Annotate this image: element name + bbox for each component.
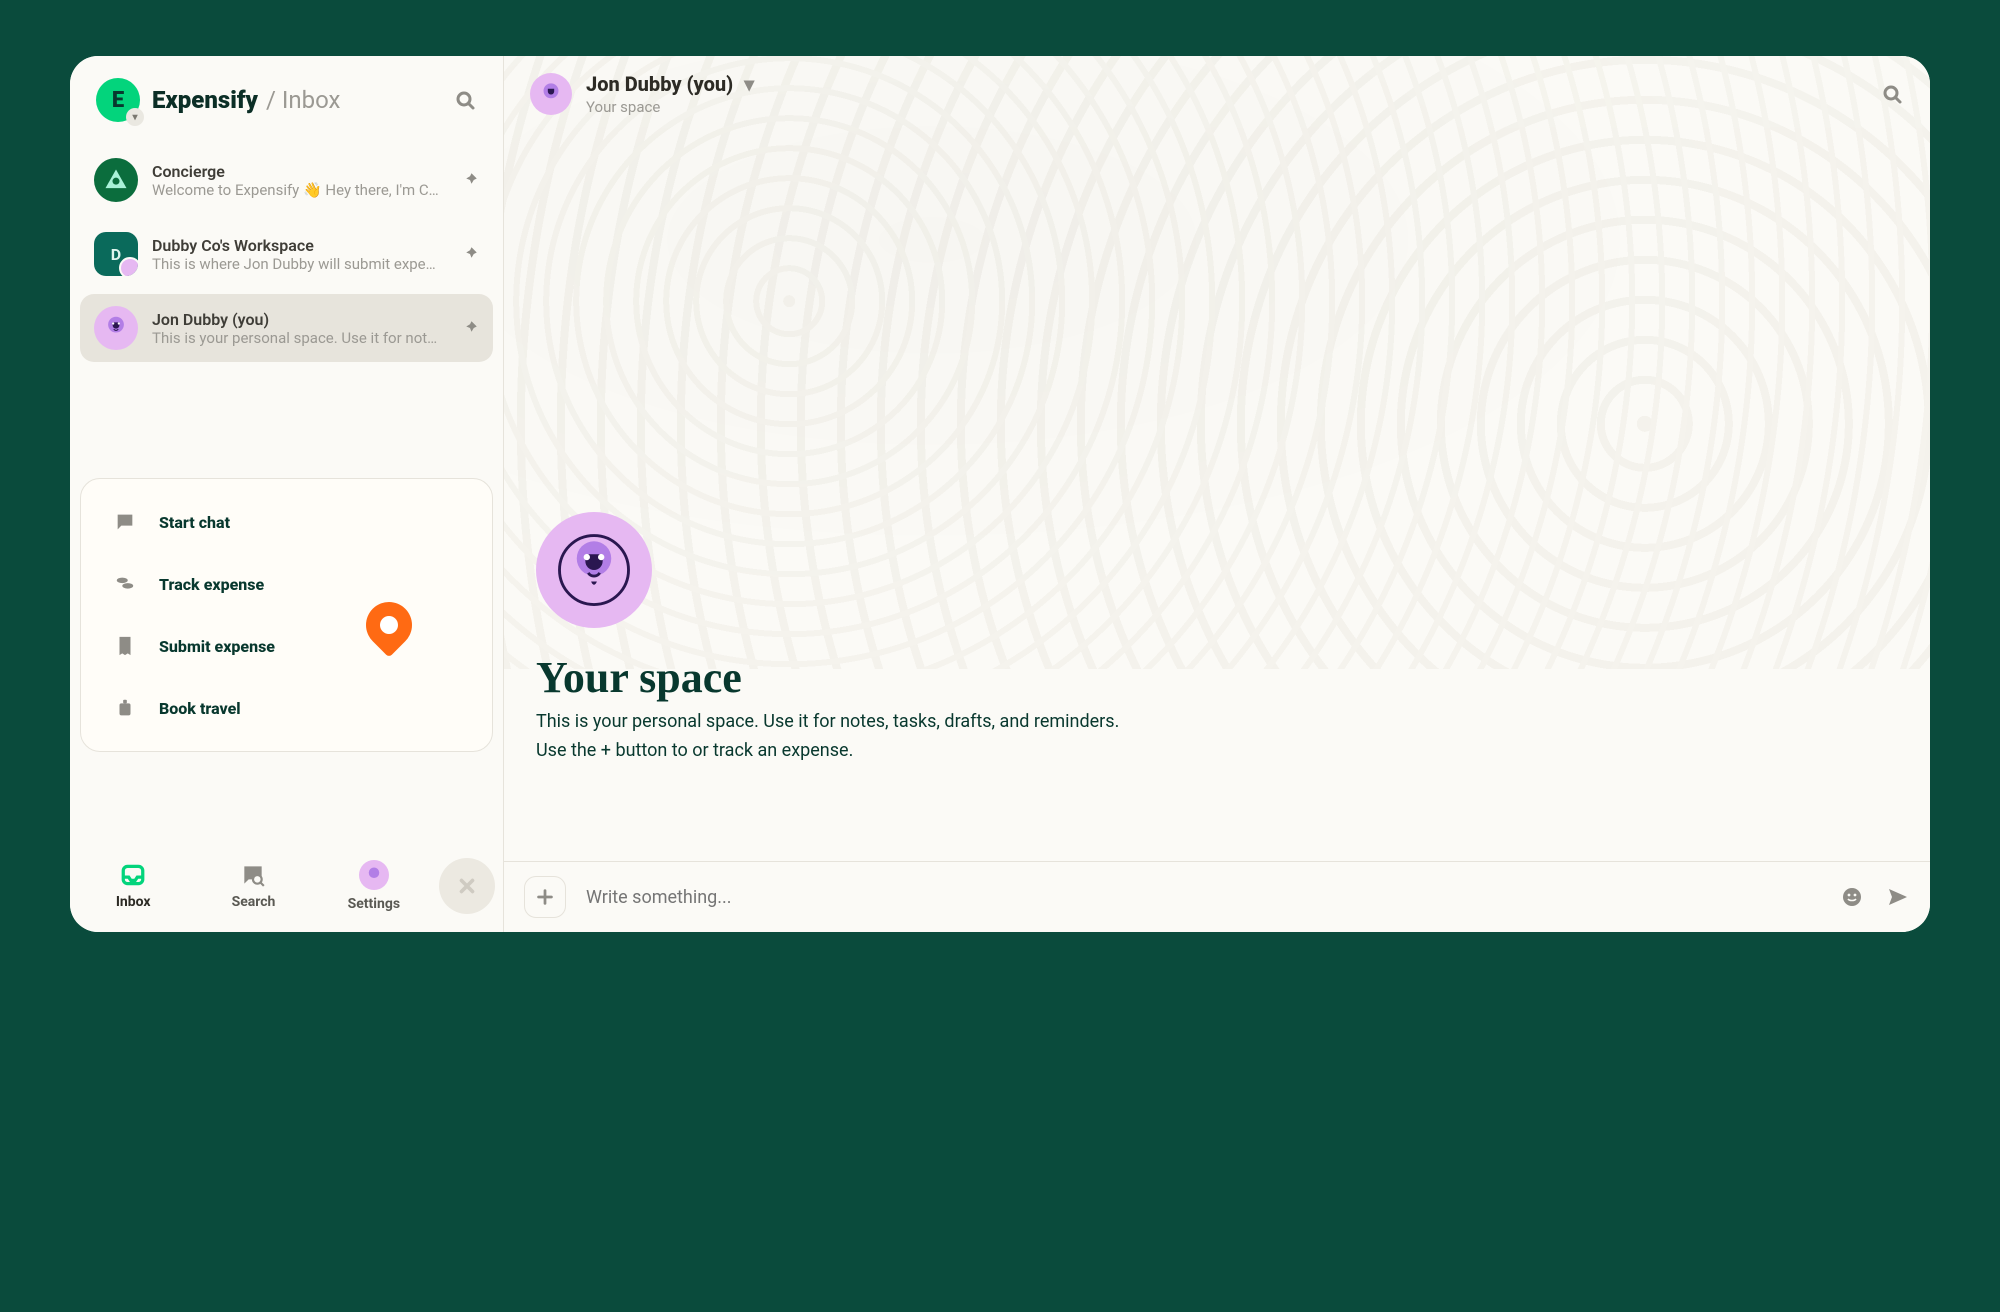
list-item-workspace[interactable]: D Dubby Co's Workspace This is where Jon…: [80, 220, 493, 288]
avatar: D: [94, 232, 138, 276]
brand: Expensify: [152, 86, 258, 114]
action-label: Book travel: [159, 699, 241, 718]
compose-bar: [504, 861, 1930, 932]
list-item-personal[interactable]: Jon Dubby (you) This is your personal sp…: [80, 294, 493, 362]
pin-icon[interactable]: [461, 171, 479, 189]
nav-settings[interactable]: Settings: [319, 860, 429, 912]
search-in-chat-icon[interactable]: [1880, 82, 1904, 106]
chat-content: Your space This is your personal space. …: [504, 132, 1930, 861]
chevron-down-icon[interactable]: ▾: [126, 108, 144, 126]
action-label: Submit expense: [159, 637, 275, 656]
action-label: Start chat: [159, 513, 230, 532]
sidebar: E ▾ Expensify / Inbox Concierge Welcome …: [70, 56, 504, 932]
list-item-title: Concierge: [152, 162, 447, 181]
chat-title[interactable]: Jon Dubby (you) ▾: [586, 72, 754, 96]
nav-inbox[interactable]: Inbox: [78, 862, 188, 910]
nav-label: Settings: [348, 896, 400, 912]
chevron-down-icon: ▾: [744, 72, 754, 96]
chat-list: Concierge Welcome to Expensify 👋 Hey the…: [70, 140, 503, 368]
search-icon[interactable]: [453, 88, 477, 112]
list-item-title: Jon Dubby (you): [152, 310, 447, 329]
chat-icon: [111, 511, 139, 533]
pin-icon[interactable]: [461, 319, 479, 337]
luggage-icon: [111, 697, 139, 719]
avatar: [94, 306, 138, 350]
nav-label: Search: [232, 894, 276, 910]
coins-icon: [111, 573, 139, 595]
inbox-icon: [120, 862, 146, 888]
list-item-preview: Welcome to Expensify 👋 Hey there, I'm Co…: [152, 181, 442, 199]
add-button[interactable]: [524, 876, 566, 918]
compose-input[interactable]: [578, 877, 1828, 918]
space-description: This is your personal space. Use it for …: [536, 711, 1898, 732]
app-logo[interactable]: E ▾: [96, 78, 140, 122]
emoji-icon[interactable]: [1840, 885, 1864, 909]
avatar[interactable]: [530, 73, 572, 115]
avatar: [94, 158, 138, 202]
nav-label: Inbox: [116, 894, 151, 910]
action-label: Track expense: [159, 575, 264, 594]
action-start-chat[interactable]: Start chat: [89, 491, 484, 553]
quick-actions-card: Start chat Track expense Submit expense …: [80, 478, 493, 752]
avatar-icon: [359, 860, 389, 890]
list-item-preview: This is where Jon Dubby will submit expe…: [152, 255, 442, 273]
space-title: Your space: [536, 652, 1898, 703]
chat-subtitle: Your space: [586, 98, 754, 116]
compose-fab[interactable]: [439, 858, 495, 914]
send-icon[interactable]: [1886, 885, 1910, 909]
sidebar-header: E ▾ Expensify / Inbox: [70, 56, 503, 140]
receipt-icon: [111, 635, 139, 657]
space-hint: Use the + button to or track an expense.: [536, 740, 1898, 761]
pin-icon[interactable]: [461, 245, 479, 263]
list-item-title: Dubby Co's Workspace: [152, 236, 447, 255]
chat-header: Jon Dubby (you) ▾ Your space: [504, 56, 1930, 132]
breadcrumb: / Inbox: [266, 86, 340, 114]
action-book-travel[interactable]: Book travel: [89, 677, 484, 739]
search-chat-icon: [240, 862, 266, 888]
action-submit-expense[interactable]: Submit expense: [89, 615, 484, 677]
action-track-expense[interactable]: Track expense: [89, 553, 484, 615]
main-panel: Jon Dubby (you) ▾ Your space Your space …: [504, 56, 1930, 932]
list-item-concierge[interactable]: Concierge Welcome to Expensify 👋 Hey the…: [80, 146, 493, 214]
list-item-preview: This is your personal space. Use it for …: [152, 329, 442, 347]
nav-search[interactable]: Search: [198, 862, 308, 910]
app-window: E ▾ Expensify / Inbox Concierge Welcome …: [70, 56, 1930, 932]
space-avatar: [536, 512, 652, 628]
bottom-nav: Inbox Search Settings: [70, 850, 503, 932]
